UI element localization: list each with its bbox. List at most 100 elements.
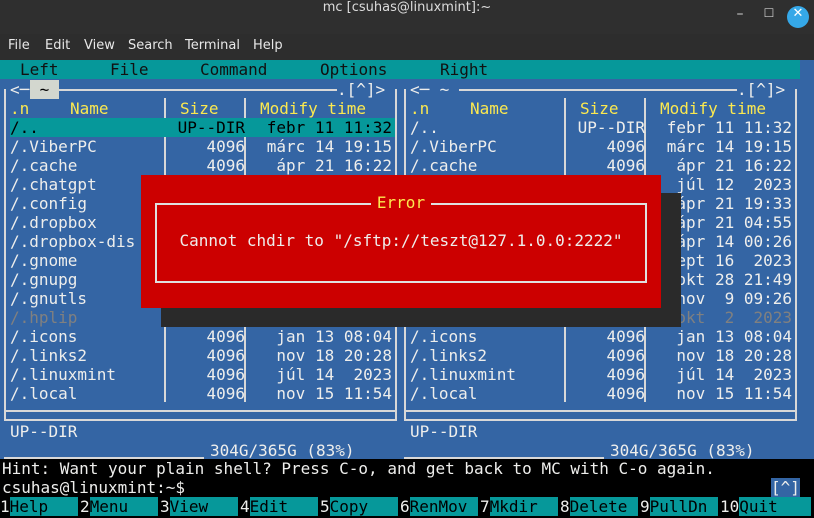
left-file-size: 4096 bbox=[206, 327, 245, 346]
dialog-shadow-right bbox=[661, 193, 681, 308]
left-file-name: /.icons bbox=[10, 327, 78, 346]
fkey-copy[interactable]: 5Copy bbox=[320, 497, 400, 516]
left-file-name: /.. bbox=[10, 118, 39, 137]
mc-menu-file[interactable]: File bbox=[110, 60, 149, 79]
menu-view[interactable]: View bbox=[84, 38, 115, 53]
minimize-icon[interactable]: – bbox=[729, 6, 751, 28]
terminal-screen[interactable]: Left File Command Options Right <─ ~ .[^… bbox=[0, 60, 814, 518]
fkey-delete[interactable]: 8Delete bbox=[560, 497, 640, 516]
left-panel-history[interactable]: .[^]> bbox=[337, 80, 386, 99]
shell-prompt[interactable]: csuhas@linuxmint:~$ bbox=[2, 478, 185, 497]
right-header-sort[interactable]: .n bbox=[410, 99, 429, 118]
left-header-size[interactable]: Size bbox=[180, 99, 219, 118]
left-file-name: /.dropbox bbox=[10, 213, 97, 232]
left-file-row[interactable]: /.ViberPC 4096 márc 14 19:15 bbox=[5, 137, 395, 156]
left-header-time[interactable]: Modify time bbox=[260, 99, 366, 118]
right-file-size: 4096 bbox=[606, 346, 645, 365]
mc-menu-options[interactable]: Options bbox=[320, 60, 387, 79]
left-file-time: júl 14 2023 bbox=[276, 365, 392, 384]
right-file-name: /.local bbox=[410, 384, 478, 403]
dialog-shadow-bottom bbox=[161, 308, 681, 327]
fkey-number: 7 bbox=[480, 497, 490, 516]
left-file-row[interactable]: /.cache 4096 ápr 21 16:22 bbox=[5, 156, 395, 175]
fkey-number: 4 bbox=[240, 497, 250, 516]
left-header-name[interactable]: Name bbox=[70, 99, 109, 118]
left-header-sort[interactable]: .n bbox=[10, 99, 29, 118]
right-file-row[interactable]: /.local 4096 nov 15 11:54 bbox=[405, 384, 795, 403]
mc-menu-command[interactable]: Command bbox=[200, 60, 267, 79]
menu-search[interactable]: Search bbox=[128, 38, 173, 53]
left-panel-path[interactable]: ~ bbox=[30, 80, 59, 99]
menu-edit[interactable]: Edit bbox=[45, 38, 70, 53]
right-header-time[interactable]: Modify time bbox=[660, 99, 766, 118]
left-file-row[interactable]: /.local 4096 nov 15 11:54 bbox=[5, 384, 395, 403]
right-file-time: nov 15 11:54 bbox=[676, 384, 792, 403]
right-file-time: jan 13 08:04 bbox=[676, 327, 792, 346]
left-file-name: /.links2 bbox=[10, 346, 88, 365]
fkey-label: Mkdir bbox=[489, 497, 558, 516]
menu-file[interactable]: File bbox=[8, 38, 30, 53]
left-file-size: 4096 bbox=[206, 156, 245, 175]
right-file-row[interactable]: /.icons 4096 jan 13 08:04 bbox=[405, 327, 795, 346]
right-header-size[interactable]: Size bbox=[580, 99, 619, 118]
error-dialog[interactable]: Error Cannot chdir to "/sftp://teszt@127… bbox=[141, 175, 661, 308]
fkey-number: 9 bbox=[640, 497, 650, 516]
fkey-label: Delete bbox=[569, 497, 638, 516]
right-panel-history[interactable]: .[^]> bbox=[737, 80, 786, 99]
right-file-row[interactable]: /.linuxmint 4096 júl 14 2023 bbox=[405, 365, 795, 384]
title-bar[interactable]: mc [csuhas@linuxmint]:~ – ☐ ✕ bbox=[0, 0, 814, 34]
error-dialog-message: Cannot chdir to "/sftp://teszt@127.1.0.0… bbox=[179, 231, 623, 250]
right-file-size: 4096 bbox=[606, 156, 645, 175]
fkey-number: 3 bbox=[160, 497, 170, 516]
window-title: mc [csuhas@linuxmint]:~ bbox=[322, 0, 492, 15]
error-dialog-title: Error bbox=[370, 193, 432, 212]
fkey-number: 5 bbox=[320, 497, 330, 516]
fkey-quit[interactable]: 10Quit bbox=[720, 497, 814, 516]
left-file-row[interactable]: /.linuxmint 4096 júl 14 2023 bbox=[5, 365, 395, 384]
fkey-edit[interactable]: 4Edit bbox=[240, 497, 320, 516]
right-file-row[interactable]: /.links2 4096 nov 18 20:28 bbox=[405, 346, 795, 365]
right-file-row[interactable]: /.. UP--DIR febr 11 11:32 bbox=[405, 118, 795, 137]
menu-help[interactable]: Help bbox=[253, 38, 283, 53]
bottom-area: Hint: Want your plain shell? Press C-o, … bbox=[0, 459, 814, 518]
right-file-row[interactable]: /.cache 4096 ápr 21 16:22 bbox=[405, 156, 795, 175]
left-file-name: /.dropbox-dis bbox=[10, 232, 136, 251]
fkey-view[interactable]: 3View bbox=[160, 497, 240, 516]
left-file-time: márc 14 19:15 bbox=[266, 137, 392, 156]
fkey-label: Copy bbox=[329, 497, 398, 516]
right-file-time: ápr 21 16:22 bbox=[676, 156, 792, 175]
left-file-row[interactable]: /.icons 4096 jan 13 08:04 bbox=[5, 327, 395, 346]
fkey-label: RenMov bbox=[409, 497, 478, 516]
left-disk-usage: 304G/365G (83%) bbox=[210, 441, 355, 460]
right-file-name: /.ViberPC bbox=[410, 137, 497, 156]
left-file-name: /.hplip bbox=[10, 308, 78, 327]
left-file-name: /.linuxmint bbox=[10, 365, 116, 384]
right-file-time: febr 11 11:32 bbox=[666, 118, 792, 137]
fkey-mkdir[interactable]: 7Mkdir bbox=[480, 497, 560, 516]
right-file-row[interactable]: /.ViberPC 4096 márc 14 19:15 bbox=[405, 137, 795, 156]
mc-menu-left[interactable]: Left bbox=[20, 60, 59, 79]
fkey-number: 2 bbox=[80, 497, 90, 516]
prompt-history-badge[interactable]: [^] bbox=[771, 478, 800, 497]
left-file-size: 4096 bbox=[206, 137, 245, 156]
fkey-label: PullDn bbox=[649, 497, 718, 516]
fkey-menu[interactable]: 2Menu bbox=[80, 497, 160, 516]
fkey-pulldn[interactable]: 9PullDn bbox=[640, 497, 720, 516]
right-panel-path[interactable]: ~ bbox=[430, 80, 459, 99]
right-disk-usage: 304G/365G (83%) bbox=[610, 441, 755, 460]
right-file-name: /.links2 bbox=[410, 346, 488, 365]
close-icon[interactable]: ✕ bbox=[787, 6, 809, 28]
left-file-time: jan 13 08:04 bbox=[276, 327, 392, 346]
maximize-icon[interactable]: ☐ bbox=[758, 6, 780, 28]
left-file-row[interactable]: /.links2 4096 nov 18 20:28 bbox=[5, 346, 395, 365]
menu-terminal[interactable]: Terminal bbox=[185, 38, 240, 53]
fkey-help[interactable]: 1Help bbox=[0, 497, 80, 516]
right-file-name: /.icons bbox=[410, 327, 478, 346]
right-header-name[interactable]: Name bbox=[470, 99, 509, 118]
fkey-renmov[interactable]: 6RenMov bbox=[400, 497, 480, 516]
left-file-size: UP--DIR bbox=[170, 118, 245, 137]
left-file-row[interactable]: /.. UP--DIR febr 11 11:32 bbox=[10, 118, 395, 137]
left-file-size: 4096 bbox=[206, 346, 245, 365]
left-file-name: /.config bbox=[10, 194, 88, 213]
mc-menu-right[interactable]: Right bbox=[440, 60, 488, 79]
